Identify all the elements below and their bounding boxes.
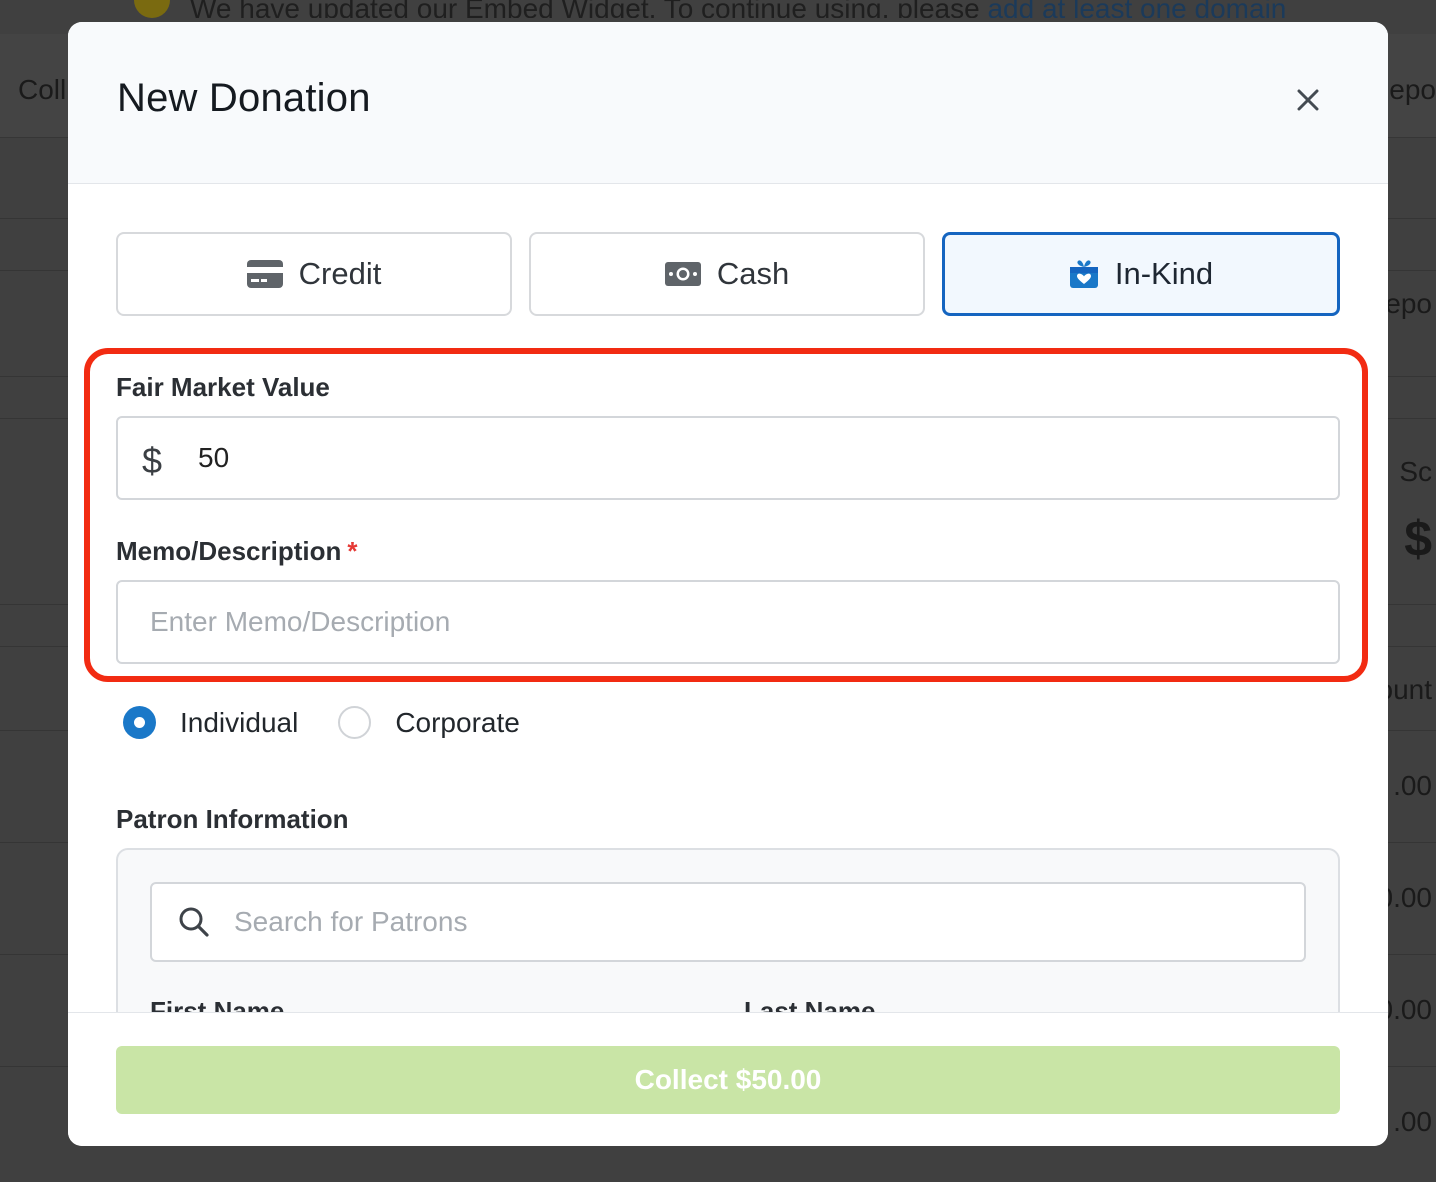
fair-market-value-field: $: [116, 416, 1340, 500]
donation-type-tabs: Credit Cash In-Kind: [116, 232, 1340, 316]
update-banner: We have updated our Embed Widget. To con…: [0, 0, 1436, 18]
bg-cell: Sc: [1399, 456, 1432, 487]
tab-label: Cash: [716, 256, 790, 291]
radio-unchecked-icon[interactable]: [338, 706, 372, 739]
banner-link[interactable]: add at least one domain: [987, 0, 1286, 18]
bg-cell: .00: [1393, 1106, 1432, 1137]
radio-corporate[interactable]: Corporate: [338, 706, 520, 739]
tab-in-kind[interactable]: In-Kind: [942, 232, 1340, 316]
memo-field: [116, 580, 1340, 664]
modal-header: New Donation: [68, 22, 1388, 184]
required-marker: *: [347, 536, 358, 566]
modal-body: Credit Cash In-Kind Fair Market Value $ …: [68, 184, 1388, 1012]
cash-icon: [664, 262, 701, 286]
close-icon: [1297, 89, 1319, 111]
patron-information-label: Patron Information: [116, 804, 349, 834]
memo-label-text: Memo/Description: [116, 536, 342, 566]
tab-label: In-Kind: [1114, 256, 1214, 291]
donor-type-radio-group: Individual Corporate: [123, 706, 560, 739]
nav-item-collect[interactable]: Coll: [18, 74, 66, 106]
nav-item-reports[interactable]: epo: [1389, 74, 1436, 106]
patron-search-input[interactable]: [152, 884, 1304, 960]
fair-market-value-label: Fair Market Value: [116, 372, 330, 402]
modal-footer: Collect $50.00: [68, 1012, 1388, 1146]
radio-label: Individual: [180, 706, 299, 738]
patron-search-field: [150, 882, 1306, 962]
last-name-label: Last Name: [744, 996, 876, 1012]
memo-input[interactable]: [118, 582, 1338, 662]
patron-panel: First Name Last Name: [116, 848, 1340, 1012]
close-button[interactable]: [1292, 84, 1324, 116]
tab-credit[interactable]: Credit: [116, 232, 512, 316]
radio-individual[interactable]: Individual: [123, 706, 298, 739]
fair-market-value-input[interactable]: [118, 418, 1338, 498]
bg-cell: .00: [1393, 770, 1432, 801]
radio-label: Corporate: [395, 706, 520, 738]
bg-cell: epo: [1385, 288, 1432, 319]
tab-cash[interactable]: Cash: [529, 232, 925, 316]
modal-title: New Donation: [117, 76, 371, 120]
memo-label: Memo/Description *: [116, 536, 358, 567]
tab-label: Credit: [298, 256, 382, 291]
collect-button[interactable]: Collect $50.00: [116, 1046, 1340, 1114]
new-donation-modal: New Donation Credit Cash In-Kind Fair Ma…: [68, 22, 1388, 1146]
radio-checked-icon[interactable]: [123, 706, 156, 739]
warning-icon: [134, 0, 170, 18]
credit-card-icon: [246, 260, 283, 288]
bg-cell: $: [1404, 511, 1432, 567]
banner-text: We have updated our Embed Widget. To con…: [190, 0, 988, 18]
first-name-label: First Name: [150, 996, 285, 1012]
gift-icon: [1069, 260, 1098, 288]
